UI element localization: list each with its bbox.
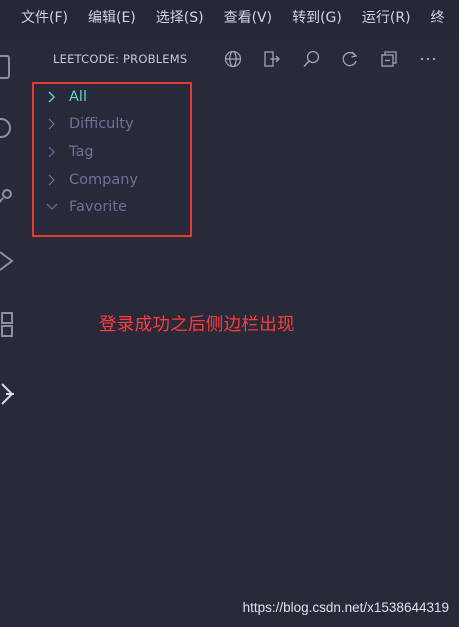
sign-out-icon[interactable]	[260, 47, 284, 71]
tree-item-label: Difficulty	[69, 116, 134, 132]
tree-item-label: Favorite	[69, 199, 127, 215]
chevron-right-icon	[46, 118, 58, 130]
chevron-right-icon	[46, 91, 58, 103]
chevron-down-icon	[46, 201, 58, 213]
tree-item-company[interactable]: Company	[46, 169, 138, 191]
tree-item-difficulty[interactable]: Difficulty	[46, 113, 134, 135]
refresh-icon[interactable]	[338, 47, 362, 71]
sidebar-actions	[221, 47, 455, 71]
source-control-icon[interactable]	[0, 182, 14, 208]
menu-terminal[interactable]: 终	[421, 0, 455, 36]
explorer-icon[interactable]	[0, 54, 14, 80]
annotation-text: 登录成功之后侧边栏出现	[99, 315, 295, 335]
menu-run[interactable]: 运行(R)	[352, 0, 421, 36]
search-icon[interactable]	[299, 47, 323, 71]
activity-bar	[0, 36, 14, 627]
menu-file[interactable]: 文件(F)	[0, 0, 78, 36]
vscode-window: 文件(F) 编辑(E) 选择(S) 查看(V) 转到(G) 运行(R) 终 LE…	[0, 0, 459, 627]
sidebar-header: LEETCODE: PROBLEMS	[53, 44, 459, 74]
collapse-all-icon[interactable]	[377, 47, 401, 71]
menu-edit[interactable]: 编辑(E)	[78, 0, 146, 36]
tree-item-label: Company	[69, 172, 138, 188]
menu-go[interactable]: 转到(G)	[282, 0, 352, 36]
problems-tree-highlight: All Difficulty Tag Company Favorite	[32, 82, 192, 237]
run-icon[interactable]	[0, 248, 14, 274]
globe-icon[interactable]	[221, 47, 245, 71]
menu-selection[interactable]: 选择(S)	[146, 0, 214, 36]
tree-item-favorite[interactable]: Favorite	[46, 196, 127, 218]
chevron-right-icon	[46, 146, 58, 158]
tree-item-tag[interactable]: Tag	[46, 141, 94, 163]
tree-item-all[interactable]: All	[46, 86, 87, 108]
watermark: https://blog.csdn.net/x1538644319	[242, 600, 449, 615]
leetcode-icon[interactable]	[0, 381, 14, 407]
tree-item-label: All	[69, 89, 87, 105]
extensions-icon[interactable]	[0, 311, 14, 337]
chevron-right-icon	[46, 174, 58, 186]
sidebar-title: LEETCODE: PROBLEMS	[53, 52, 188, 66]
tree-item-label: Tag	[69, 144, 94, 160]
more-icon[interactable]	[416, 47, 440, 71]
search-icon[interactable]	[0, 116, 14, 142]
menu-view[interactable]: 查看(V)	[214, 0, 283, 36]
menu-bar: 文件(F) 编辑(E) 选择(S) 查看(V) 转到(G) 运行(R) 终	[0, 0, 459, 36]
